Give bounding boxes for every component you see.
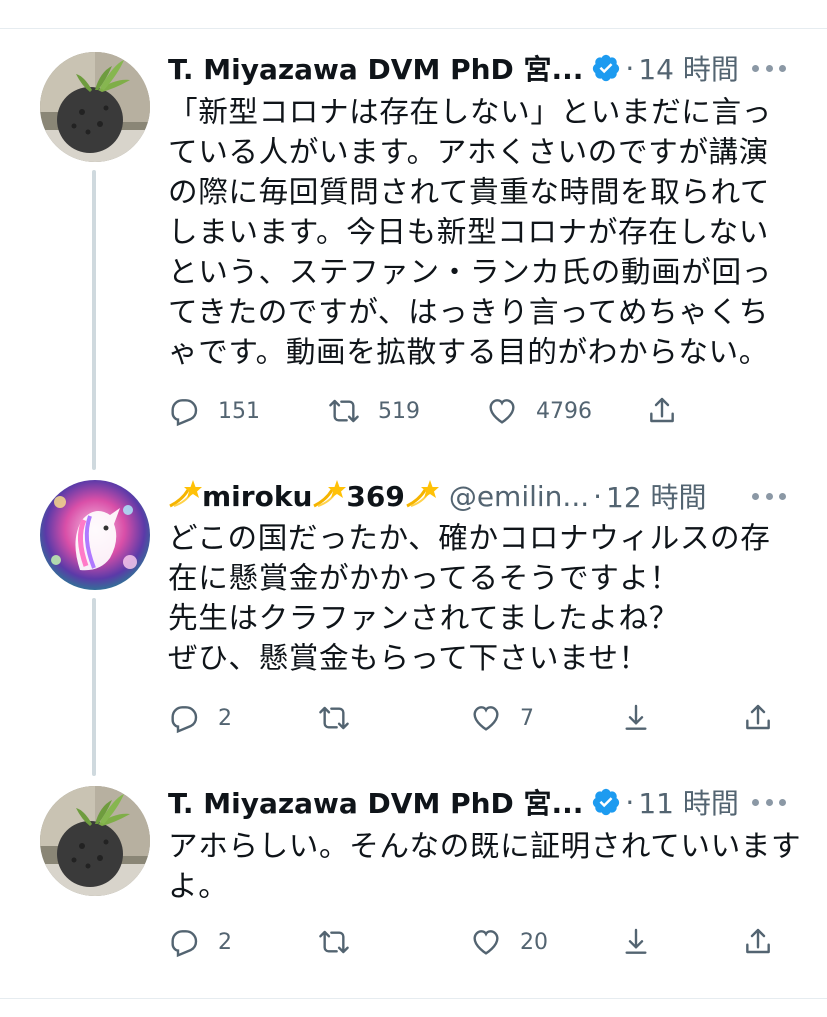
top-divider — [0, 28, 827, 29]
thread-connector-line — [92, 170, 96, 470]
tweet-text-line: ている人がいます。アホくさいのですが講演 — [168, 135, 769, 169]
retweet-icon — [329, 399, 359, 423]
retweet-button[interactable] — [318, 702, 350, 734]
retweet-button[interactable] — [318, 926, 350, 958]
download-button[interactable] — [620, 702, 652, 734]
tweet-text-line: どこの国だったか、確かコロナウィルスの存 — [168, 521, 771, 555]
like-button[interactable]: 4796 — [486, 395, 592, 427]
tweet-actions: 2 7 — [168, 702, 788, 734]
tweet-text-line: ゃです。動画を拡散する目的がわからない。 — [168, 335, 769, 369]
timestamp[interactable]: 11 時間 — [638, 782, 739, 822]
reply-count: 2 — [218, 929, 232, 955]
tweet-text-line: の際に毎回質問されて貴重な時間を取られて — [168, 175, 771, 209]
thread-connector-line — [92, 598, 96, 776]
retweet-button[interactable]: 519 — [328, 395, 420, 427]
retweet-icon — [319, 706, 349, 730]
share-button[interactable] — [742, 926, 774, 958]
separator-dot: · — [593, 479, 603, 513]
download-button[interactable] — [620, 926, 652, 958]
tweet-text: アホらしい。そんなの既に証明されていいます よ。 — [168, 826, 802, 906]
tweet-actions: 151 519 4796 — [168, 395, 688, 427]
share-icon — [746, 928, 770, 954]
like-icon — [473, 706, 499, 731]
dizzy-icon — [405, 478, 439, 515]
download-icon — [625, 928, 647, 954]
share-button[interactable] — [646, 395, 678, 427]
tweet-text-line: てきたのですが、はっきり言ってめちゃくち — [168, 295, 769, 329]
dizzy-icon — [168, 478, 202, 515]
retweet-count: 519 — [378, 398, 420, 424]
like-icon — [473, 930, 499, 955]
tweet-text-line: アホらしい。そんなの既に証明されていいます — [168, 829, 802, 863]
separator-dot: · — [625, 51, 635, 85]
display-name-suffix[interactable]: 369 — [346, 480, 404, 513]
user-handle[interactable]: @emilin... — [449, 480, 589, 513]
more-options-icon[interactable] — [752, 62, 786, 74]
avatar[interactable] — [40, 786, 150, 896]
verified-badge-icon — [593, 788, 620, 816]
timestamp[interactable]: 12 時間 — [606, 476, 707, 516]
more-options-icon[interactable] — [752, 490, 786, 502]
tweet-text-line: 先生はクラファンされてましたよね？ — [168, 601, 679, 635]
like-button[interactable]: 20 — [470, 926, 548, 958]
verified-badge-icon — [593, 54, 620, 82]
share-icon — [746, 704, 770, 730]
tweet-header: T. Miyazawa DVM PhD 宮... · 14 時間 — [168, 48, 739, 88]
reply-button[interactable]: 2 — [168, 926, 232, 958]
avatar[interactable] — [40, 52, 150, 162]
tweet-text-line: よ。 — [168, 869, 229, 903]
tweet-text-line: 在に懸賞金がかかってるそうですよ！ — [168, 561, 680, 595]
like-count: 20 — [520, 929, 548, 955]
download-icon — [625, 704, 647, 730]
retweet-icon — [319, 930, 349, 954]
separator-dot: · — [625, 785, 635, 819]
reply-icon — [171, 706, 198, 734]
reply-button[interactable]: 2 — [168, 702, 232, 734]
display-name[interactable]: miroku — [202, 480, 312, 513]
reply-icon — [171, 930, 198, 958]
share-icon — [650, 397, 674, 423]
reply-count: 2 — [218, 705, 232, 731]
like-button[interactable]: 7 — [470, 702, 534, 734]
tweet-header: miroku 369 @emilin... · 12 時間 — [168, 476, 707, 516]
like-count: 7 — [520, 705, 534, 731]
more-options-icon[interactable] — [752, 796, 786, 808]
dizzy-icon — [312, 478, 347, 515]
tweet-header: T. Miyazawa DVM PhD 宮... · 11 時間 — [168, 782, 739, 822]
reply-count: 151 — [218, 398, 260, 424]
tweet-actions: 2 20 — [168, 926, 788, 958]
display-name[interactable]: T. Miyazawa DVM PhD 宮... — [168, 48, 583, 88]
tweet-text-line: しまいます。今日も新型コロナが存在しない — [168, 215, 769, 249]
reply-button[interactable]: 151 — [168, 395, 260, 427]
timestamp[interactable]: 14 時間 — [638, 48, 739, 88]
tweet-text-line: という、ステファン・ランカ氏の動画が回っ — [168, 255, 772, 289]
tweet-text-line: 「新型コロナは存在しない」といまだに言っ — [168, 95, 772, 129]
tweet-text: どこの国だったか、確かコロナウィルスの存 在に懸賞金がかかってるそうですよ！ 先… — [168, 518, 788, 678]
share-button[interactable] — [742, 702, 774, 734]
avatar[interactable] — [40, 480, 150, 590]
reply-icon — [171, 399, 198, 427]
bottom-divider — [0, 998, 827, 999]
like-icon — [489, 399, 515, 424]
tweet-text: 「新型コロナは存在しない」といまだに言っ ている人がいます。アホくさいのですが講… — [168, 92, 788, 372]
display-name[interactable]: T. Miyazawa DVM PhD 宮... — [168, 782, 583, 822]
like-count: 4796 — [536, 398, 592, 424]
tweet-text-line: ぜひ、懸賞金もらって下さいませ！ — [168, 641, 649, 675]
